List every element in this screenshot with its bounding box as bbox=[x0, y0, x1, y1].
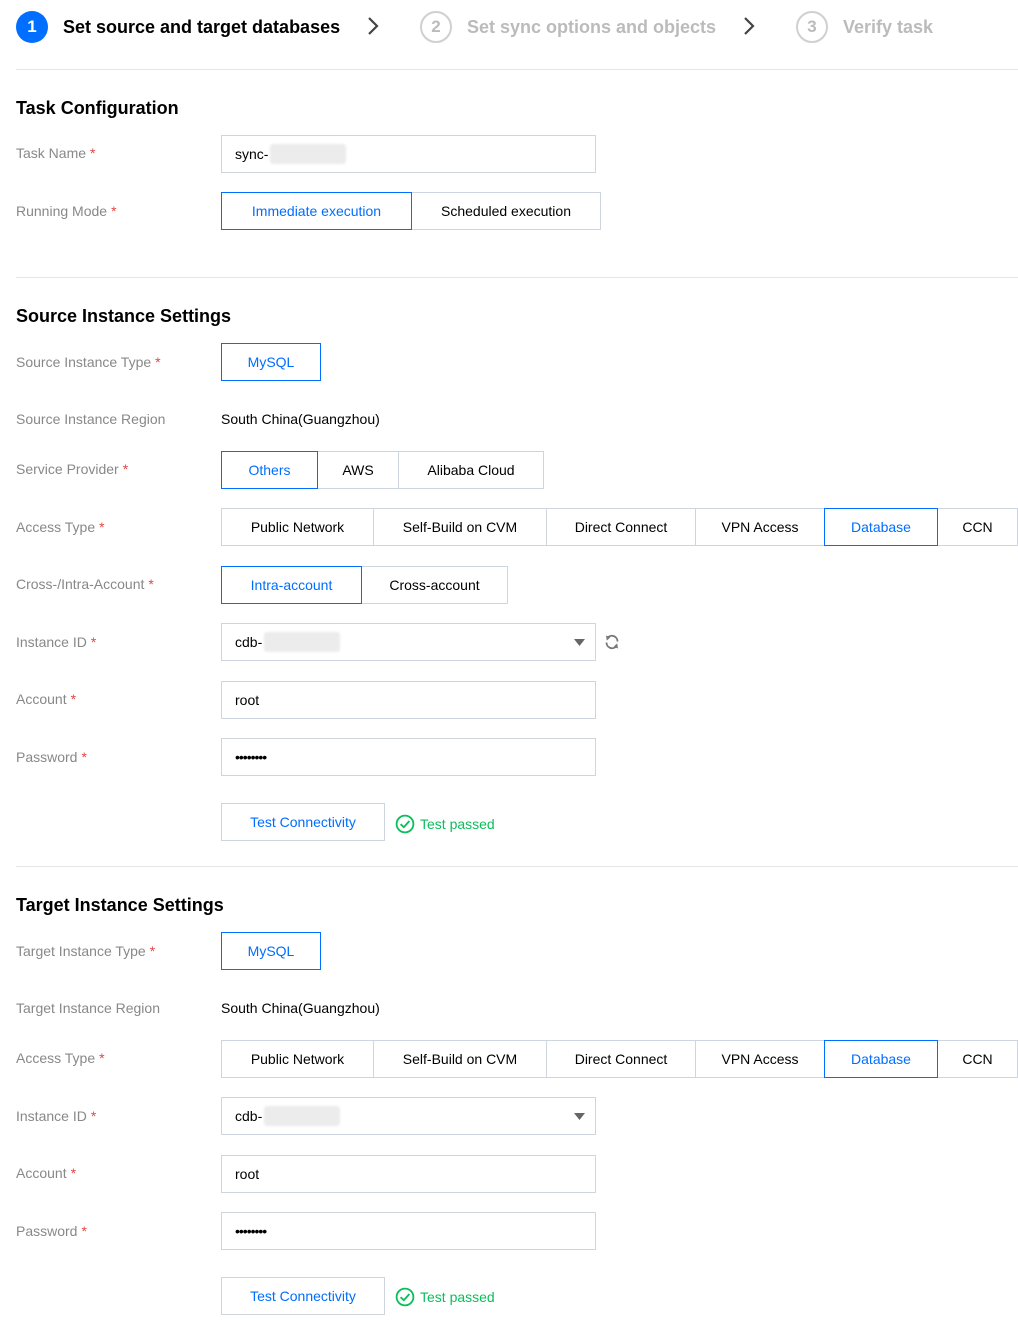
source-instance-id-value: cdb- bbox=[235, 634, 263, 650]
source-access-vpn-button[interactable]: VPN Access bbox=[695, 508, 825, 546]
target-access-public-network-button[interactable]: Public Network bbox=[221, 1040, 374, 1078]
source-test-status-text: Test passed bbox=[420, 816, 495, 832]
target-instance-type-mysql-button[interactable]: MySQL bbox=[221, 932, 321, 970]
chevron-right-icon bbox=[368, 17, 379, 35]
task-name-label: Task Name * bbox=[16, 145, 96, 161]
step-3-label: Verify task bbox=[843, 16, 934, 37]
source-access-type-segmented: Public Network Self-Build on CVM Direct … bbox=[221, 508, 1018, 546]
check-circle-icon bbox=[395, 1287, 415, 1307]
divider bbox=[16, 69, 1018, 70]
account-scope-label: Cross-/Intra-Account * bbox=[16, 576, 154, 592]
divider bbox=[16, 866, 1018, 867]
redacted-area bbox=[264, 1106, 341, 1126]
account-scope-segmented: Intra-account Cross-account bbox=[221, 566, 508, 604]
source-instance-id-select[interactable]: cdb- bbox=[221, 623, 596, 661]
cross-account-button[interactable]: Cross-account bbox=[361, 566, 508, 604]
target-access-type-segmented: Public Network Self-Build on CVM Direct … bbox=[221, 1040, 1018, 1078]
service-provider-aws-button[interactable]: AWS bbox=[317, 451, 399, 489]
running-mode-segmented: Immediate execution Scheduled execution bbox=[221, 192, 601, 230]
caret-down-icon bbox=[574, 1113, 585, 1120]
target-instance-id-select[interactable]: cdb- bbox=[221, 1097, 596, 1135]
service-provider-others-button[interactable]: Others bbox=[221, 451, 318, 489]
target-account-input[interactable]: root bbox=[221, 1155, 596, 1193]
caret-down-icon bbox=[574, 639, 585, 646]
target-access-direct-connect-button[interactable]: Direct Connect bbox=[546, 1040, 696, 1078]
step-2-number: 2 bbox=[420, 11, 452, 43]
service-provider-segmented: Others AWS Alibaba Cloud bbox=[221, 451, 544, 489]
step-2-label: Set sync options and objects bbox=[467, 16, 717, 37]
section-title-target-instance: Target Instance Settings bbox=[16, 895, 224, 915]
running-mode-label: Running Mode * bbox=[16, 203, 117, 219]
target-access-self-build-cvm-button[interactable]: Self-Build on CVM bbox=[373, 1040, 547, 1078]
source-test-status: Test passed bbox=[395, 814, 495, 834]
source-access-self-build-cvm-button[interactable]: Self-Build on CVM bbox=[373, 508, 547, 546]
step-3-number: 3 bbox=[796, 11, 828, 43]
target-instance-id-value: cdb- bbox=[235, 1108, 263, 1124]
step-2[interactable]: 2 Set sync options and objects bbox=[420, 8, 716, 46]
step-1-label: Set source and target databases bbox=[63, 16, 341, 37]
redacted-area bbox=[264, 632, 341, 652]
intra-account-button[interactable]: Intra-account bbox=[221, 566, 362, 604]
target-access-vpn-button[interactable]: VPN Access bbox=[695, 1040, 825, 1078]
source-instance-type-mysql-button[interactable]: MySQL bbox=[221, 343, 321, 381]
target-account-label: Account * bbox=[16, 1165, 77, 1181]
source-test-connectivity-button[interactable]: Test Connectivity bbox=[221, 803, 385, 841]
source-instance-type-segmented: MySQL bbox=[221, 343, 321, 381]
target-test-connectivity-button[interactable]: Test Connectivity bbox=[221, 1277, 385, 1315]
target-access-ccn-button[interactable]: CCN bbox=[937, 1040, 1018, 1078]
target-access-type-label: Access Type * bbox=[16, 1050, 105, 1066]
source-region-value: South China(Guangzhou) bbox=[221, 411, 380, 427]
source-access-public-network-button[interactable]: Public Network bbox=[221, 508, 374, 546]
redacted-area bbox=[270, 144, 347, 164]
section-title-source-instance: Source Instance Settings bbox=[16, 306, 232, 326]
source-access-type-label: Access Type * bbox=[16, 519, 105, 535]
source-instance-id-label: Instance ID * bbox=[16, 634, 97, 650]
task-name-input[interactable]: sync- bbox=[221, 135, 596, 173]
refresh-icon[interactable] bbox=[603, 633, 621, 651]
source-access-direct-connect-button[interactable]: Direct Connect bbox=[546, 508, 696, 546]
target-password-input[interactable]: •••••••• bbox=[221, 1212, 596, 1250]
chevron-right-icon bbox=[744, 17, 755, 35]
source-access-database-button[interactable]: Database bbox=[824, 508, 938, 546]
running-mode-scheduled-button[interactable]: Scheduled execution bbox=[411, 192, 601, 230]
divider bbox=[16, 277, 1018, 278]
target-test-status-text: Test passed bbox=[420, 1289, 495, 1305]
target-access-database-button[interactable]: Database bbox=[824, 1040, 938, 1078]
running-mode-immediate-button[interactable]: Immediate execution bbox=[221, 192, 412, 230]
check-circle-icon bbox=[395, 814, 415, 834]
task-name-value: sync- bbox=[235, 146, 269, 162]
step-3[interactable]: 3 Verify task bbox=[796, 8, 933, 46]
target-region-label: Target Instance Region bbox=[16, 1000, 160, 1016]
source-access-ccn-button[interactable]: CCN bbox=[937, 508, 1018, 546]
service-provider-alibaba-button[interactable]: Alibaba Cloud bbox=[398, 451, 544, 489]
target-instance-type-label: Target Instance Type * bbox=[16, 943, 156, 959]
source-password-label: Password * bbox=[16, 749, 87, 765]
section-title-task-configuration: Task Configuration bbox=[16, 98, 179, 118]
target-test-status: Test passed bbox=[395, 1287, 495, 1307]
source-password-input[interactable]: •••••••• bbox=[221, 738, 596, 776]
target-region-value: South China(Guangzhou) bbox=[221, 1000, 380, 1016]
target-instance-type-segmented: MySQL bbox=[221, 932, 321, 970]
source-account-input[interactable]: root bbox=[221, 681, 596, 719]
step-1[interactable]: 1 Set source and target databases bbox=[16, 8, 340, 46]
source-instance-type-label: Source Instance Type * bbox=[16, 354, 161, 370]
target-instance-id-label: Instance ID * bbox=[16, 1108, 97, 1124]
service-provider-label: Service Provider * bbox=[16, 461, 129, 477]
source-account-label: Account * bbox=[16, 691, 77, 707]
source-region-label: Source Instance Region bbox=[16, 411, 166, 427]
step-1-number: 1 bbox=[16, 11, 48, 43]
target-password-label: Password * bbox=[16, 1223, 87, 1239]
